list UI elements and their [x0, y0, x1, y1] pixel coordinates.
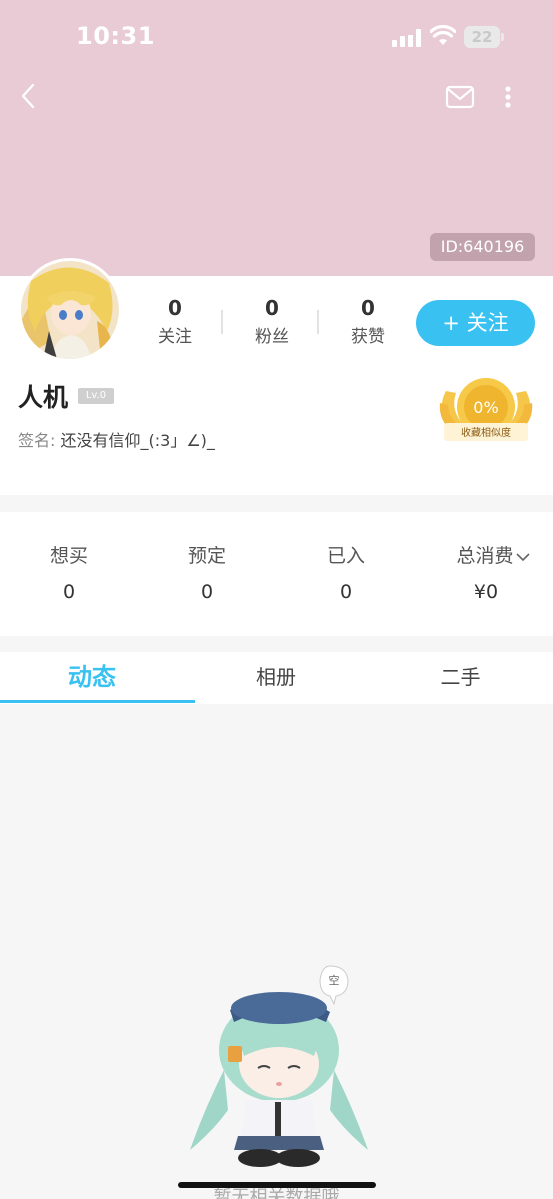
empty-state-illustration: 空 [190, 965, 368, 1167]
consumption-total-label-row: 总消费 [438, 541, 548, 567]
tab-album[interactable]: 相册 [184, 652, 368, 704]
signature-text: 还没有信仰_(:3」∠)_ [60, 431, 215, 450]
similarity-percent: 0% [473, 398, 498, 417]
similarity-medal-icon[interactable]: 0% 收藏相似度 [436, 375, 536, 445]
stat-likes[interactable]: 0 获赞 [333, 295, 403, 347]
stat-following-label: 关注 [158, 327, 192, 347]
tab-activity[interactable]: 动态 [0, 652, 184, 704]
empty-state-text: 暂无相关数据哦 [213, 1188, 340, 1199]
stat-likes-value: 0 [361, 296, 375, 320]
cellular-signal-icon [392, 29, 421, 47]
home-indicator[interactable] [178, 1182, 376, 1188]
stat-fans-label: 粉丝 [255, 327, 289, 347]
tab-secondhand[interactable]: 二手 [368, 652, 553, 704]
status-bar: 10:31 22 [0, 0, 553, 70]
consumption-want-value: 0 [62, 581, 76, 603]
user-id-badge: ID:640196 [430, 233, 535, 261]
stat-fans[interactable]: 0 粉丝 [237, 295, 307, 347]
stat-fans-value: 0 [265, 296, 279, 320]
battery-icon: 22 [464, 26, 504, 48]
stat-following-value: 0 [168, 296, 182, 320]
consumption-reserved[interactable]: 预定 0 [157, 541, 257, 603]
consumption-reserved-value: 0 [200, 581, 214, 603]
follow-button[interactable]: + 关注 [416, 300, 535, 346]
stat-following[interactable]: 0 关注 [140, 295, 210, 347]
avatar[interactable] [18, 258, 122, 362]
consumption-owned-value: 0 [339, 581, 353, 603]
battery-level: 22 [464, 26, 500, 48]
tab-bar: 动态 相册 二手 [0, 652, 553, 704]
similarity-label: 收藏相似度 [461, 426, 511, 439]
chevron-down-icon [515, 552, 530, 561]
stat-likes-label: 获赞 [351, 327, 385, 347]
stat-divider [317, 310, 319, 334]
signature-label: 签名: [18, 431, 56, 450]
signature: 签名: 还没有信仰_(:3」∠)_ [18, 427, 215, 451]
consumption-want-label: 想买 [49, 545, 88, 567]
tab-active-indicator [0, 700, 195, 703]
stat-divider [221, 310, 223, 334]
back-chevron-icon[interactable] [14, 80, 46, 112]
consumption-owned-label: 已入 [326, 545, 365, 567]
consumption-owned[interactable]: 已入 0 [296, 541, 396, 603]
wifi-icon [430, 25, 456, 45]
more-vertical-icon[interactable] [498, 82, 518, 112]
consumption-want[interactable]: 想买 0 [19, 541, 119, 603]
consumption-total-label: 总消费 [456, 545, 514, 567]
empty-state-bubble-text: 空 [329, 973, 340, 987]
consumption-total-value: ¥0 [473, 581, 499, 603]
consumption-reserved-label: 预定 [187, 545, 226, 567]
username: 人机 [18, 383, 69, 412]
consumption-total[interactable]: 总消费 ¥0 [438, 541, 548, 603]
level-badge: Lv.0 [78, 388, 114, 404]
status-time: 10:31 [76, 22, 155, 50]
mail-icon[interactable] [444, 82, 476, 112]
